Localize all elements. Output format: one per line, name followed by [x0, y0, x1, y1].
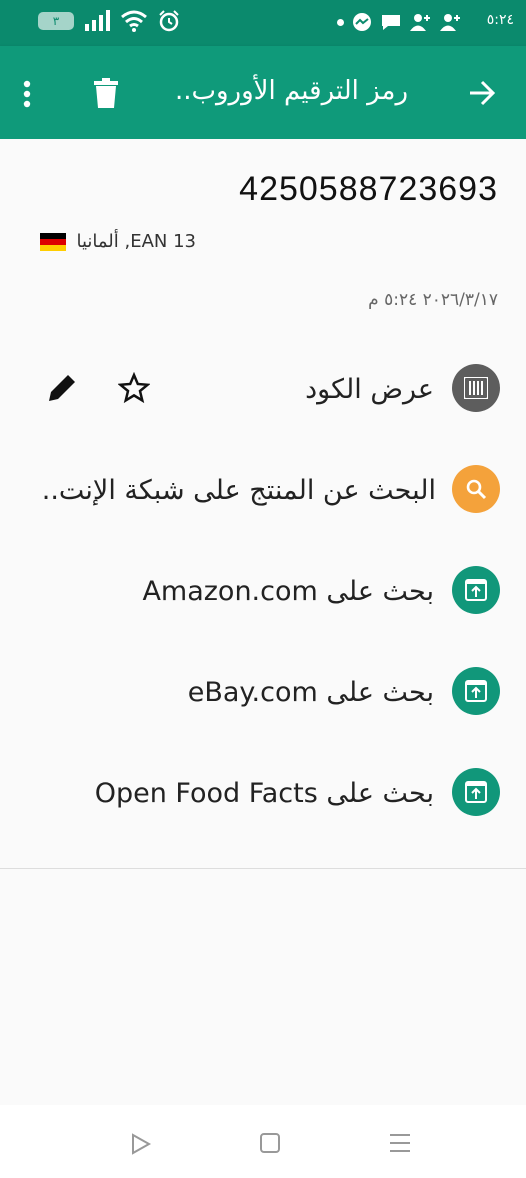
action-show-code[interactable]: عرض الكود	[0, 364, 526, 420]
status-time: ٥:٢٤	[486, 12, 514, 28]
page-title: رمز الترقيم الأوروب..	[175, 76, 408, 106]
star-icon[interactable]	[118, 372, 150, 404]
recent-apps-icon[interactable]	[390, 1133, 410, 1153]
germany-flag-icon	[40, 232, 67, 251]
barcode-icon	[452, 364, 500, 412]
action-search-openfoodfacts[interactable]: بحث على Open Food Facts	[0, 768, 526, 824]
open-in-icon	[452, 667, 500, 715]
back-arrow-icon[interactable]	[468, 80, 496, 106]
divider	[0, 868, 526, 869]
open-in-icon	[452, 566, 500, 614]
content-area	[0, 139, 526, 1105]
show-code-label: عرض الكود	[305, 374, 434, 405]
search-ebay-label: بحث على eBay.com	[187, 677, 434, 708]
open-in-icon	[452, 768, 500, 816]
back-triangle-icon[interactable]	[130, 1133, 152, 1155]
edit-icon[interactable]	[46, 372, 78, 404]
barcode-number: 4250588723693	[239, 170, 498, 208]
alarm-icon	[159, 10, 179, 32]
messenger-icon	[353, 13, 371, 31]
battery-icon: ٣	[38, 12, 74, 30]
chat-icon	[382, 15, 400, 30]
home-square-icon[interactable]	[260, 1133, 280, 1153]
status-bar: ٣ ٥:٢٤	[0, 0, 526, 46]
action-search-ebay[interactable]: بحث على eBay.com	[0, 667, 526, 723]
app-bar: رمز الترقيم الأوروب..	[0, 46, 526, 139]
code-meta: ألمانيا ,EAN 13	[40, 231, 196, 252]
action-search-amazon[interactable]: بحث على Amazon.com	[0, 566, 526, 622]
code-type-country: ألمانيا ,EAN 13	[76, 231, 196, 252]
action-search-web[interactable]: البحث عن المنتج على شبكة الإنت..	[0, 465, 526, 521]
notification-dot-icon	[337, 18, 344, 26]
delete-icon[interactable]	[94, 78, 118, 108]
system-navigation-bar	[0, 1105, 526, 1178]
wifi-icon	[121, 10, 147, 32]
search-icon	[452, 465, 500, 513]
search-openfoodfacts-label: بحث على Open Food Facts	[94, 778, 434, 809]
status-icons-left: ٣	[38, 10, 180, 32]
add-contact-icon	[410, 14, 430, 31]
scan-date: ٢٠٢٦/٣/١٧ ٥:٢٤ م	[368, 290, 498, 310]
add-contact-icon-2	[440, 14, 460, 31]
status-icons-right	[337, 12, 462, 32]
search-amazon-label: بحث على Amazon.com	[142, 576, 434, 607]
more-options-icon[interactable]	[22, 80, 32, 108]
battery-level: ٣	[52, 14, 60, 28]
signal-icon	[85, 10, 110, 31]
search-web-label: البحث عن المنتج على شبكة الإنت..	[41, 475, 436, 506]
